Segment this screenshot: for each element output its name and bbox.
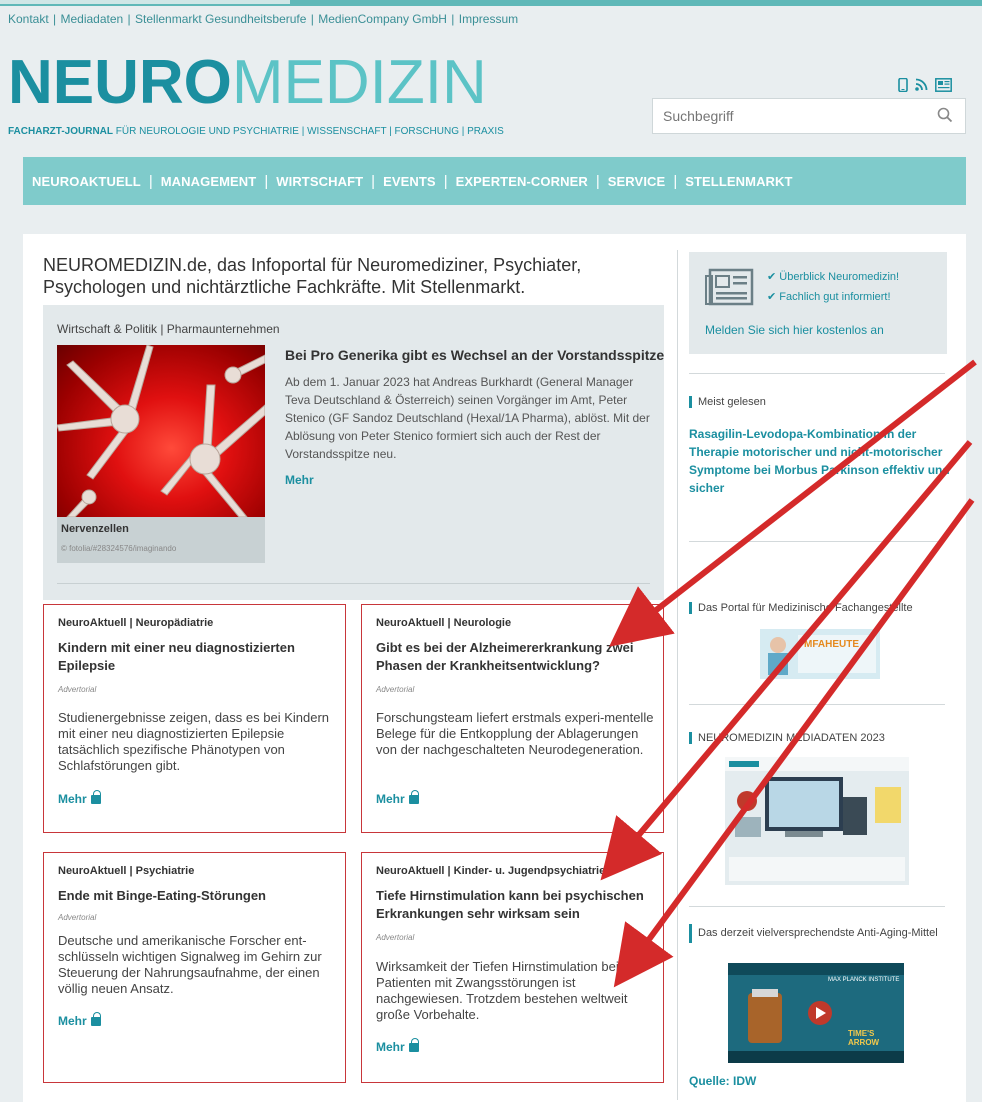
mfaheute-logo-text: MFAHEUTE	[804, 639, 859, 650]
article-card[interactable]: NeuroAktuell | Neuropädiatrie Kindern mi…	[43, 604, 346, 833]
antiaging-video-banner[interactable]: MAX PLANCK INSTITUTE TIME'S ARROW	[728, 963, 904, 1063]
article-card[interactable]: NeuroAktuell | Neurologie Gibt es bei de…	[361, 604, 664, 833]
newsletter-benefit-1: ✔ Überblick Neuromedizin!	[767, 271, 900, 283]
search-icon[interactable]	[937, 107, 953, 128]
article-card[interactable]: NeuroAktuell | Psychiatrie Ende mit Bing…	[43, 852, 346, 1083]
featured-image-caption: Nervenzellen © fotolia/#28324576/imagina…	[57, 517, 265, 563]
card-more-label: Mehr	[58, 1014, 87, 1028]
featured-text: Ab dem 1. Januar 2023 hat Andreas Burkha…	[285, 375, 650, 461]
intro-heading: NEUROMEDIZIN.de, das Infoportal für Neur…	[43, 255, 582, 297]
featured-divider	[57, 583, 650, 584]
nav-service[interactable]: SERVICE	[608, 174, 666, 189]
card-more-link[interactable]: Mehr	[58, 790, 101, 806]
card-body: Studienergebnisse zeigen, dass es bei Ki…	[58, 710, 330, 773]
card-advertorial-label: Advertorial	[58, 913, 97, 922]
featured-image[interactable]	[57, 345, 265, 517]
top-link-stellenmarkt[interactable]: Stellenmarkt Gesundheitsberufe	[135, 12, 306, 26]
antiaging-heading: Das derzeit vielversprechendste Anti-Agi…	[689, 924, 947, 943]
card-category[interactable]: NeuroAktuell | Kinder- u. Jugendpsychiat…	[376, 865, 605, 877]
card-advertorial-label: Advertorial	[376, 933, 415, 942]
sidebar-rule	[689, 373, 945, 374]
sidebar-rule	[689, 541, 945, 542]
meist-gelesen-heading: Meist gelesen	[689, 396, 766, 408]
site-tagline: FACHARZT-JOURNAL FÜR NEUROLOGIE UND PSYC…	[8, 126, 504, 137]
caption-credit: © fotolia/#28324576/imaginando	[61, 544, 177, 553]
tagline-rest: FÜR NEUROLOGIE UND PSYCHIATRIE | WISSENS…	[113, 126, 504, 137]
top-links: Kontakt | Mediadaten | Stellenmarkt Gesu…	[8, 12, 519, 26]
sidebar-rule	[689, 906, 945, 907]
card-more-label: Mehr	[58, 792, 87, 806]
card-body: Deutsche und amerikanische Forscher ent-…	[58, 933, 322, 996]
article-card[interactable]: NeuroAktuell | Kinder- u. Jugendpsychiat…	[361, 852, 664, 1083]
top-accent-strip	[0, 0, 290, 4]
card-more-link[interactable]: Mehr	[376, 790, 419, 806]
logo-part-medizin: MEDIZIN	[231, 48, 487, 117]
card-title[interactable]: Tiefe Hirnstimulation kann bei psychisch…	[376, 887, 646, 923]
card-more-link[interactable]: Mehr	[376, 1038, 419, 1054]
nav-stellenmarkt[interactable]: STELLENMARKT	[685, 174, 792, 189]
antiaging-banner-title: TIME'S ARROW	[848, 1029, 880, 1047]
newsletter-signup-link[interactable]: Melden Sie sich hier kostenlos an	[705, 323, 884, 337]
top-link-kontakt[interactable]: Kontakt	[8, 12, 49, 26]
nav-events[interactable]: EVENTS	[383, 174, 436, 189]
antiaging-banner-institute: MAX PLANCK INSTITUTE	[828, 977, 900, 983]
card-title[interactable]: Ende mit Binge-Eating-Störungen	[58, 887, 328, 905]
card-more-label: Mehr	[376, 1040, 405, 1054]
newspaper-icon	[705, 268, 755, 306]
card-category[interactable]: NeuroAktuell | Neuropädiatrie	[58, 617, 213, 629]
rss-icon[interactable]	[915, 78, 928, 95]
card-title[interactable]: Gibt es bei der Alzheimererkrankung zwei…	[376, 639, 646, 675]
top-link-mediadaten[interactable]: Mediadaten	[61, 12, 124, 26]
mediadaten-heading: NEUROMEDIZIN MEDIADATEN 2023	[689, 732, 885, 744]
card-category[interactable]: NeuroAktuell | Psychiatrie	[58, 865, 194, 877]
featured-category[interactable]: Wirtschaft & Politik | Pharmaunternehmen	[57, 322, 280, 336]
mfaheute-banner[interactable]: MFAHEUTE	[760, 629, 880, 679]
card-more-link[interactable]: Mehr	[58, 1012, 101, 1028]
top-link-mediencompany[interactable]: MedienCompany GmbH	[318, 12, 447, 26]
nav-management[interactable]: MANAGEMENT	[161, 174, 257, 189]
featured-title[interactable]: Bei Pro Generika gibt es Wechsel an der …	[285, 347, 664, 363]
top-link-impressum[interactable]: Impressum	[459, 12, 518, 26]
sidebar-rule	[689, 704, 945, 705]
site-logo[interactable]: NEUROMEDIZIN	[8, 52, 487, 114]
card-title[interactable]: Kindern mit einer neu diagnostizierten E…	[58, 639, 328, 675]
logo-part-neuro: NEURO	[8, 48, 232, 117]
card-body: Forschungsteam liefert erstmals experi-m…	[376, 710, 654, 757]
card-more-label: Mehr	[376, 792, 405, 806]
mobile-icon[interactable]	[898, 77, 908, 95]
nav-wirtschaft[interactable]: WIRTSCHAFT	[276, 174, 363, 189]
newsletter-icon[interactable]	[935, 78, 952, 95]
card-body: Wirksamkeit der Tiefen Hirnstimulation b…	[376, 959, 628, 1022]
main-nav: NEUROAKTUELL | MANAGEMENT | WIRTSCHAFT | EV…	[23, 157, 966, 205]
mediadaten-banner[interactable]	[725, 757, 909, 885]
portal-heading: Das Portal für Medizinische Fachangestel…	[689, 602, 913, 614]
sidebar-divider	[677, 250, 678, 1100]
lock-icon	[90, 1012, 101, 1026]
nav-neuroaktuell[interactable]: NEUROAKTUELL	[32, 174, 141, 189]
newsletter-box: ✔ Überblick Neuromedizin! ✔ Fachlich gut…	[689, 252, 947, 354]
lock-icon	[90, 790, 101, 804]
card-advertorial-label: Advertorial	[58, 685, 97, 694]
search-box	[652, 98, 966, 134]
card-advertorial-label: Advertorial	[376, 685, 415, 694]
nav-experten-corner[interactable]: EXPERTEN-CORNER	[456, 174, 588, 189]
tagline-bold: FACHARZT-JOURNAL	[8, 126, 113, 137]
quelle-label: Quelle: IDW	[689, 1074, 757, 1088]
lock-icon	[408, 1038, 419, 1052]
newsletter-benefit-2: ✔ Fachlich gut informiert!	[767, 291, 891, 303]
caption-title: Nervenzellen	[61, 523, 129, 535]
featured-article: Wirtschaft & Politik | Pharmaunternehmen	[43, 305, 664, 600]
lock-icon	[408, 790, 419, 804]
card-category[interactable]: NeuroAktuell | Neurologie	[376, 617, 511, 629]
search-input[interactable]	[663, 108, 923, 124]
featured-more-link[interactable]: Mehr	[285, 473, 314, 487]
meist-gelesen-link[interactable]: Rasagilin-Levodopa-Kombination in der Th…	[689, 425, 954, 497]
header-icons	[898, 77, 952, 95]
